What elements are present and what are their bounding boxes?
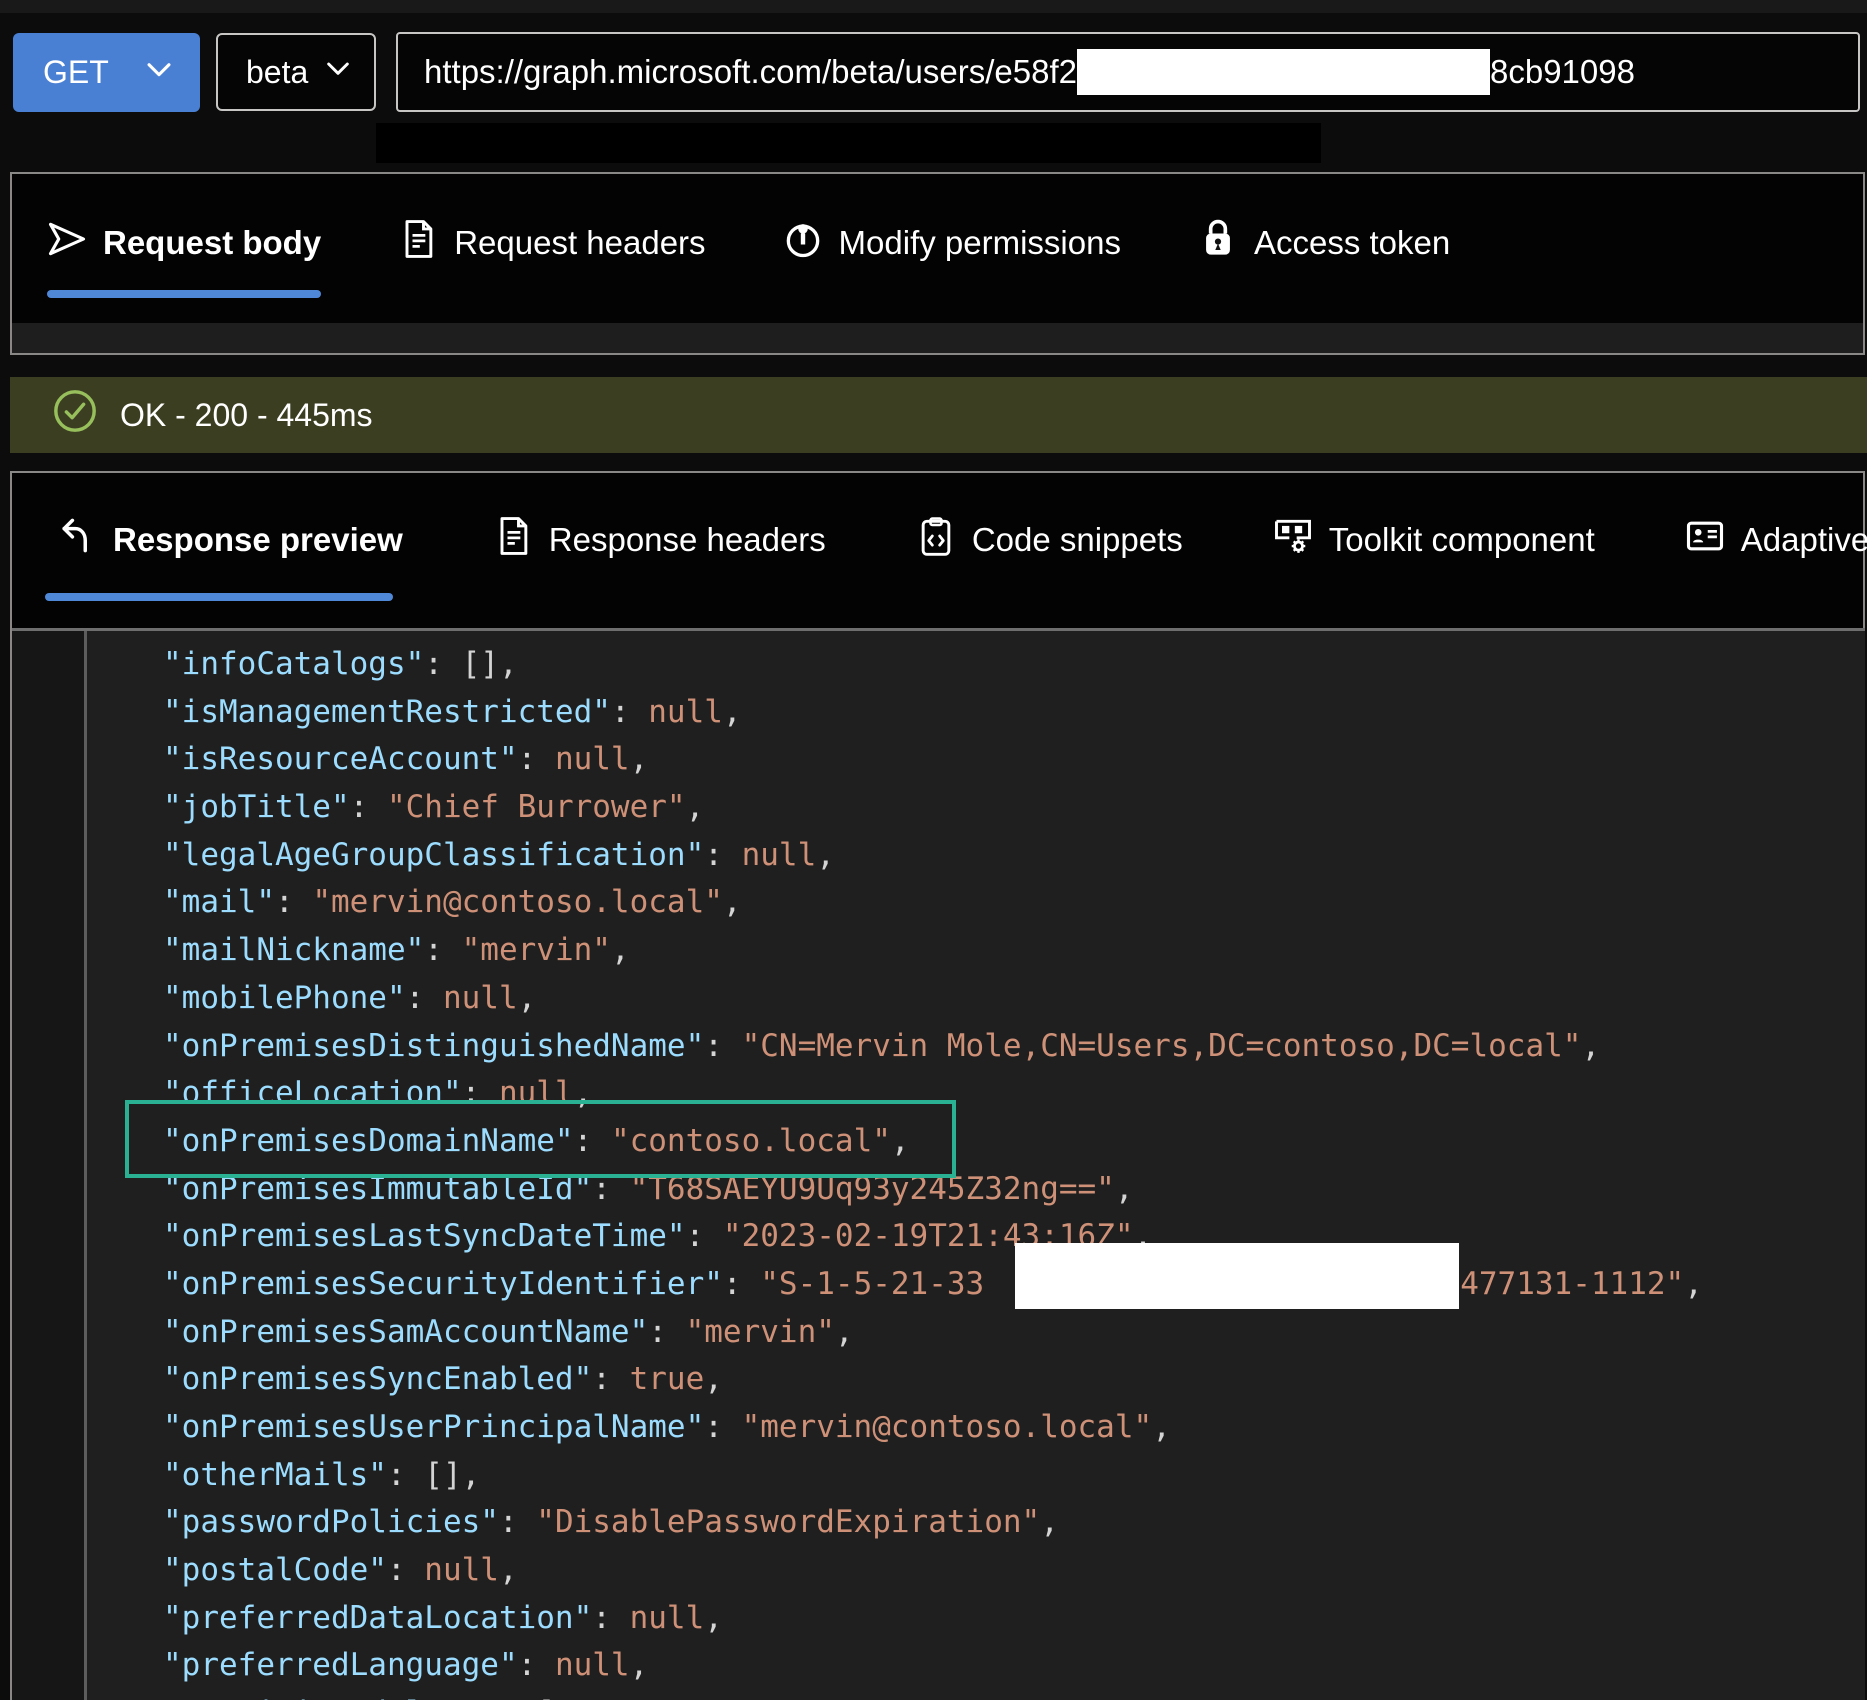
redaction-white-box bbox=[1015, 1243, 1459, 1309]
status-text: OK - 200 - 445ms bbox=[120, 397, 373, 434]
tab-label: Response preview bbox=[113, 521, 403, 559]
request-url-input[interactable]: https://graph.microsoft.com/beta/users/e… bbox=[396, 32, 1860, 112]
redaction-black-box bbox=[376, 123, 1321, 163]
json-line: "mailNickname": "mervin", bbox=[163, 927, 1703, 975]
component-gear-icon bbox=[1271, 514, 1315, 566]
json-line: "onPremisesSecurityIdentifier": "S-1-5-2… bbox=[163, 1261, 1703, 1309]
success-check-icon bbox=[52, 388, 98, 442]
chevron-down-icon bbox=[142, 52, 176, 94]
json-line: "jobTitle": "Chief Burrower", bbox=[163, 784, 1703, 832]
tab-code-snippets[interactable]: Code snippets bbox=[914, 514, 1183, 566]
http-method-dropdown[interactable]: GET bbox=[13, 33, 200, 112]
tab-request-body[interactable]: Request body bbox=[45, 217, 321, 269]
url-redaction-box bbox=[1077, 49, 1490, 95]
tab-request-headers[interactable]: Request headers bbox=[396, 217, 705, 269]
request-tabs: Request body Request headers Modify perm… bbox=[45, 210, 1450, 276]
tab-label: Modify permissions bbox=[839, 224, 1121, 262]
json-line: "onPremisesDistinguishedName": "CN=Mervi… bbox=[163, 1023, 1703, 1071]
tab-label: Code snippets bbox=[972, 521, 1183, 559]
json-line: "postalCode": null, bbox=[163, 1547, 1703, 1595]
response-tabs: Response preview Response headers Code s… bbox=[55, 507, 1867, 573]
json-line: "mobilePhone": null, bbox=[163, 975, 1703, 1023]
tab-label: Request body bbox=[103, 224, 321, 262]
json-line: "isManagementRestricted": null, bbox=[163, 689, 1703, 737]
active-tab-underline bbox=[45, 593, 393, 601]
document-icon bbox=[491, 514, 535, 566]
api-version-dropdown[interactable]: beta bbox=[216, 33, 376, 111]
tab-access-token[interactable]: Access token bbox=[1196, 217, 1450, 269]
tab-toolkit-component[interactable]: Toolkit component bbox=[1271, 514, 1595, 566]
json-line: "otherMails": [], bbox=[163, 1452, 1703, 1500]
json-line: "onPremisesSamAccountName": "mervin", bbox=[163, 1309, 1703, 1357]
card-icon bbox=[1683, 514, 1727, 566]
url-text-prefix: https://graph.microsoft.com/beta/users/e… bbox=[424, 53, 1077, 91]
json-line: "preferredLanguage": null, bbox=[163, 1642, 1703, 1690]
json-line: "isResourceAccount": null, bbox=[163, 736, 1703, 784]
editor-left-gutter bbox=[12, 631, 84, 1700]
tab-label: Toolkit component bbox=[1329, 521, 1595, 559]
json-line: "mail": "mervin@contoso.local", bbox=[163, 879, 1703, 927]
send-icon bbox=[45, 217, 89, 269]
document-icon bbox=[396, 217, 440, 269]
editor-gutter-divider bbox=[84, 631, 87, 1700]
tab-label: Response headers bbox=[549, 521, 826, 559]
tab-modify-permissions[interactable]: Modify permissions bbox=[781, 217, 1121, 269]
lock-icon bbox=[1196, 217, 1240, 269]
highlight-box-onpremisesdomainname bbox=[125, 1100, 956, 1178]
tab-label: Request headers bbox=[454, 224, 705, 262]
json-line: "onPremisesLastSyncDateTime": "2023-02-1… bbox=[163, 1213, 1703, 1261]
json-line: "onPremisesSyncEnabled": true, bbox=[163, 1356, 1703, 1404]
top-strip bbox=[0, 0, 1867, 13]
response-status-bar: OK - 200 - 445ms bbox=[10, 377, 1867, 453]
http-method-label: GET bbox=[43, 54, 109, 91]
request-panel-bottom-strip bbox=[12, 323, 1863, 353]
active-tab-underline bbox=[47, 290, 321, 298]
tab-adaptive-cards[interactable]: Adaptive cards bbox=[1683, 514, 1867, 566]
api-version-label: beta bbox=[246, 54, 308, 91]
key-icon bbox=[781, 217, 825, 269]
tab-response-preview[interactable]: Response preview bbox=[55, 514, 403, 566]
code-clipboard-icon bbox=[914, 514, 958, 566]
url-text-suffix: 8cb91098 bbox=[1490, 53, 1635, 91]
json-line: "onPremisesUserPrincipalName": "mervin@c… bbox=[163, 1404, 1703, 1452]
json-line: "passwordPolicies": "DisablePasswordExpi… bbox=[163, 1499, 1703, 1547]
json-line: "provisionedPlans": [ bbox=[163, 1690, 1703, 1700]
graph-explorer-screen: GET beta https://graph.microsoft.com/bet… bbox=[0, 0, 1867, 1700]
tab-label: Access token bbox=[1254, 224, 1450, 262]
undo-arrow-icon bbox=[55, 514, 99, 566]
tab-response-headers[interactable]: Response headers bbox=[491, 514, 826, 566]
json-line: "legalAgeGroupClassification": null, bbox=[163, 832, 1703, 880]
tab-label: Adaptive cards bbox=[1741, 521, 1867, 559]
json-line: "infoCatalogs": [], bbox=[163, 641, 1703, 689]
chevron-down-icon bbox=[322, 52, 354, 92]
json-line: "preferredDataLocation": null, bbox=[163, 1595, 1703, 1643]
